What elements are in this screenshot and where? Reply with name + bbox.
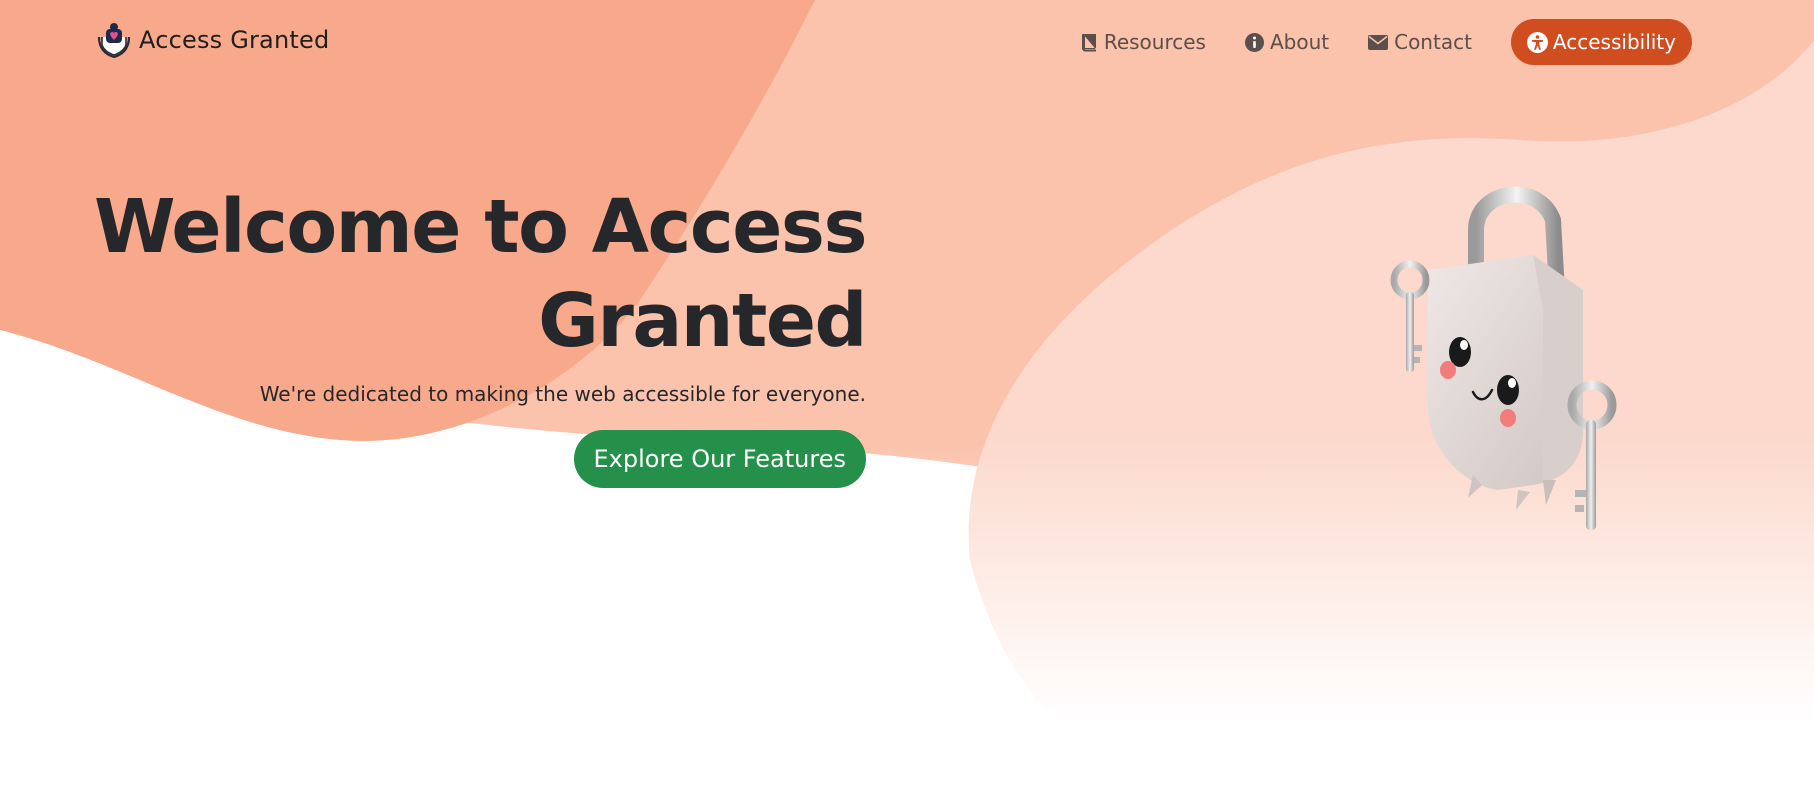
brand-name: Access Granted xyxy=(139,26,330,54)
main-nav: Resources About Contact Accessibility xyxy=(1081,19,1692,65)
info-circle-icon xyxy=(1244,32,1264,52)
hero-title-line-2: Granted xyxy=(538,278,867,364)
landing-page: Access Granted Resources About Contact A… xyxy=(0,0,1814,793)
book-icon xyxy=(1081,33,1096,51)
hero-subtitle: We're dedicated to making the web access… xyxy=(259,382,866,406)
nav-about-label: About xyxy=(1269,30,1330,54)
padlock-mascot-illustration xyxy=(1390,186,1617,530)
nav-resources-label: Resources xyxy=(1103,30,1206,54)
hands-heart-icon xyxy=(97,23,131,59)
nav-contact-label: Contact xyxy=(1394,30,1472,54)
nav-resources-link[interactable]: Resources xyxy=(1081,30,1206,54)
nav-about-link[interactable]: About xyxy=(1244,30,1330,54)
nav-contact-link[interactable]: Contact xyxy=(1368,30,1472,54)
envelope-icon xyxy=(1368,34,1389,50)
hero-title: Welcome to Access Granted xyxy=(60,180,868,368)
explore-features-button[interactable]: Explore Our Features xyxy=(573,430,866,488)
accessibility-button-label: Accessibility xyxy=(1552,30,1676,54)
site-header: Access Granted Resources About Contact A… xyxy=(0,0,1814,80)
universal-access-icon xyxy=(1526,31,1548,53)
brand-logo-link[interactable]: Access Granted xyxy=(96,20,329,60)
accessibility-button[interactable]: Accessibility xyxy=(1510,19,1692,65)
hero-title-line-1: Welcome to Access xyxy=(93,184,868,270)
hero-section: Welcome to Access Granted We're dedicate… xyxy=(60,180,868,488)
